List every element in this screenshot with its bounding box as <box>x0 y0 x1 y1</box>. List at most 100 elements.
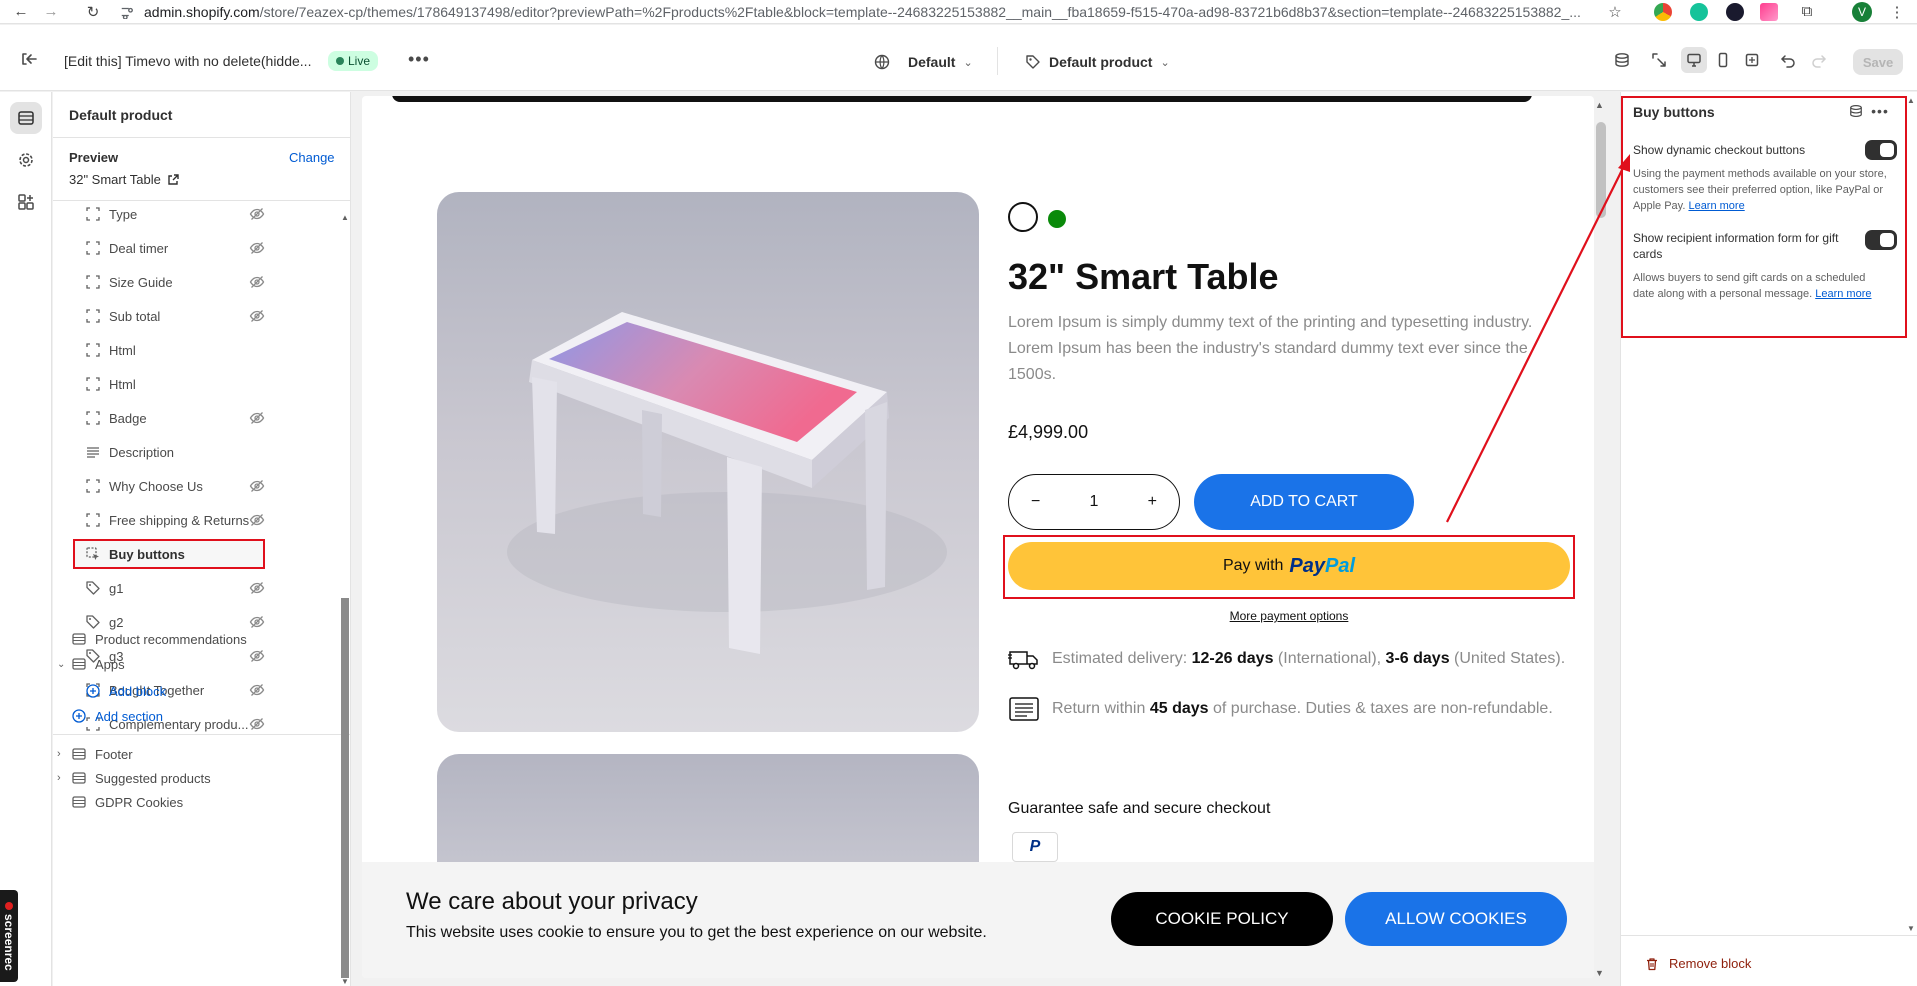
block-item-size-guide[interactable]: Size Guide <box>85 269 265 295</box>
add-block-button[interactable]: Add block <box>85 678 166 704</box>
sections-icon[interactable] <box>10 102 42 134</box>
reload-icon[interactable]: ↻ <box>80 0 106 24</box>
database-icon[interactable] <box>1609 47 1635 73</box>
hidden-eye-icon[interactable] <box>249 206 265 222</box>
sidebar-scroll-thumb[interactable] <box>341 598 349 978</box>
add-section-button[interactable]: Add section <box>71 703 163 729</box>
database-icon[interactable] <box>1847 102 1865 120</box>
section-suggested-products[interactable]: › Suggested products <box>57 765 211 791</box>
return-prefix: Return within <box>1052 700 1146 717</box>
hidden-eye-icon[interactable] <box>249 308 265 324</box>
allow-cookies-button[interactable]: ALLOW COOKIES <box>1345 892 1567 946</box>
hidden-eye-icon[interactable] <box>249 512 265 528</box>
block-item-g1[interactable]: g1 <box>85 575 265 601</box>
undo-icon[interactable] <box>1775 47 1801 73</box>
section-apps[interactable]: ⌄ Apps <box>57 651 125 677</box>
dynamic-checkout-toggle[interactable] <box>1865 140 1897 160</box>
block-item-html[interactable]: Html <box>85 371 136 397</box>
app-embeds-icon[interactable] <box>10 186 42 218</box>
cookie-policy-button[interactable]: COOKIE POLICY <box>1111 892 1333 946</box>
hidden-eye-icon[interactable] <box>249 240 265 256</box>
scroll-up-arrow-icon[interactable]: ▲ <box>1595 100 1604 110</box>
chevron-right-icon[interactable]: › <box>57 772 71 784</box>
block-item-badge[interactable]: Badge <box>85 405 265 431</box>
section-gdpr-cookies[interactable]: GDPR Cookies <box>71 789 183 815</box>
chevron-right-icon[interactable]: › <box>57 748 71 760</box>
inspector-icon[interactable] <box>1646 47 1672 73</box>
preview-scroll-thumb[interactable] <box>1596 122 1606 218</box>
qty-decrease-button[interactable]: − <box>1031 493 1040 511</box>
delivery-prefix: Estimated delivery: <box>1052 650 1188 667</box>
scroll-down-arrow-icon[interactable]: ▼ <box>1907 924 1915 933</box>
exit-icon[interactable] <box>18 49 38 69</box>
external-link-icon[interactable] <box>167 173 179 186</box>
preview-product[interactable]: 32" Smart Table <box>69 172 179 187</box>
desktop-view-icon[interactable] <box>1681 47 1707 73</box>
screenrec-badge[interactable]: screenrec <box>0 890 18 982</box>
hidden-eye-icon[interactable] <box>249 274 265 290</box>
theme-actions-more-icon[interactable]: ••• <box>408 49 430 70</box>
hidden-eye-icon[interactable] <box>249 614 265 630</box>
hidden-eye-icon[interactable] <box>249 580 265 596</box>
forward-icon[interactable]: → <box>38 0 64 24</box>
paypal-button[interactable]: Pay with Pay Pal <box>1008 542 1570 590</box>
section-footer[interactable]: › Footer <box>57 741 133 767</box>
block-item-type[interactable]: Type <box>85 201 265 227</box>
qty-increase-button[interactable]: + <box>1148 493 1157 511</box>
more-actions-icon[interactable]: ••• <box>1871 102 1889 120</box>
add-to-cart-button[interactable]: ADD TO CART <box>1194 474 1414 530</box>
product-image[interactable] <box>437 192 979 732</box>
site-info-icon[interactable] <box>120 5 134 19</box>
hidden-eye-icon[interactable] <box>249 410 265 426</box>
mobile-view-icon[interactable] <box>1710 47 1736 73</box>
preview-scrollbar[interactable]: ▲ ▼ <box>1592 100 1608 980</box>
chevron-down-icon[interactable]: ⌄ <box>57 659 71 670</box>
extension-bolt-icon[interactable] <box>1726 3 1744 21</box>
scroll-up-arrow-icon[interactable]: ▲ <box>1907 96 1915 105</box>
extension-grammarly-icon[interactable] <box>1690 3 1708 21</box>
save-button[interactable]: Save <box>1853 49 1903 75</box>
gift-card-form-toggle[interactable] <box>1865 230 1897 250</box>
scroll-up-arrow-icon[interactable]: ▲ <box>341 213 349 222</box>
block-item-description[interactable]: Description <box>85 439 174 465</box>
learn-more-link[interactable]: Learn more <box>1688 200 1744 212</box>
block-item-deal-timer[interactable]: Deal timer <box>85 235 265 261</box>
scroll-down-arrow-icon[interactable]: ▼ <box>341 977 349 986</box>
extension-chrome-icon[interactable] <box>1654 3 1672 21</box>
fullscreen-view-icon[interactable] <box>1739 47 1765 73</box>
remove-block-button[interactable]: Remove block <box>1645 956 1751 971</box>
template-dropdown[interactable]: Default ⌄ <box>874 51 973 73</box>
redo-icon[interactable] <box>1806 47 1832 73</box>
extensions-puzzle-icon[interactable]: ⧉ <box>1794 0 1820 24</box>
hidden-eye-icon[interactable] <box>249 682 265 698</box>
sidebar-scrollbar[interactable]: ▲ ▼ <box>339 213 349 986</box>
block-cursor-icon <box>85 546 101 562</box>
hidden-eye-icon[interactable] <box>249 716 265 732</box>
qty-value[interactable]: 1 <box>1090 493 1099 511</box>
browser-menu-icon[interactable]: ⋮ <box>1884 0 1910 24</box>
color-swatch-white[interactable] <box>1008 202 1038 232</box>
hidden-eye-icon[interactable] <box>249 478 265 494</box>
scroll-down-arrow-icon[interactable]: ▼ <box>1595 968 1604 978</box>
block-item-sub-total[interactable]: Sub total <box>85 303 265 329</box>
back-icon[interactable]: ← <box>8 0 34 24</box>
learn-more-link[interactable]: Learn more <box>1815 288 1871 300</box>
extension-gradient-icon[interactable] <box>1760 3 1778 21</box>
block-item-why-choose-us[interactable]: Why Choose Us <box>85 473 265 499</box>
bookmark-star-icon[interactable]: ☆ <box>1602 0 1628 24</box>
editor-topbar: [Edit this] Timevo with no delete(hidde.… <box>0 25 1917 91</box>
block-item-buy-buttons[interactable]: Buy buttons <box>73 539 265 569</box>
topbar-divider <box>997 47 998 75</box>
profile-avatar[interactable]: V <box>1852 2 1872 22</box>
block-item-html[interactable]: Html <box>85 337 136 363</box>
section-product-recommendations[interactable]: Product recommendations <box>71 626 247 652</box>
theme-settings-gear-icon[interactable] <box>10 144 42 176</box>
more-payment-options-link[interactable]: More payment options <box>1008 609 1570 623</box>
address-bar[interactable]: admin.shopify.com/store/7eazex-cp/themes… <box>120 0 1650 24</box>
hidden-eye-icon[interactable] <box>249 648 265 664</box>
change-preview-link[interactable]: Change <box>289 150 335 165</box>
block-item-free-shipping-returns[interactable]: Free shipping & Returns <box>85 507 265 533</box>
product-dropdown[interactable]: Default product ⌄ <box>1025 51 1170 73</box>
chevron-down-icon: ⌄ <box>1160 56 1170 69</box>
color-swatch-green[interactable] <box>1048 210 1066 228</box>
